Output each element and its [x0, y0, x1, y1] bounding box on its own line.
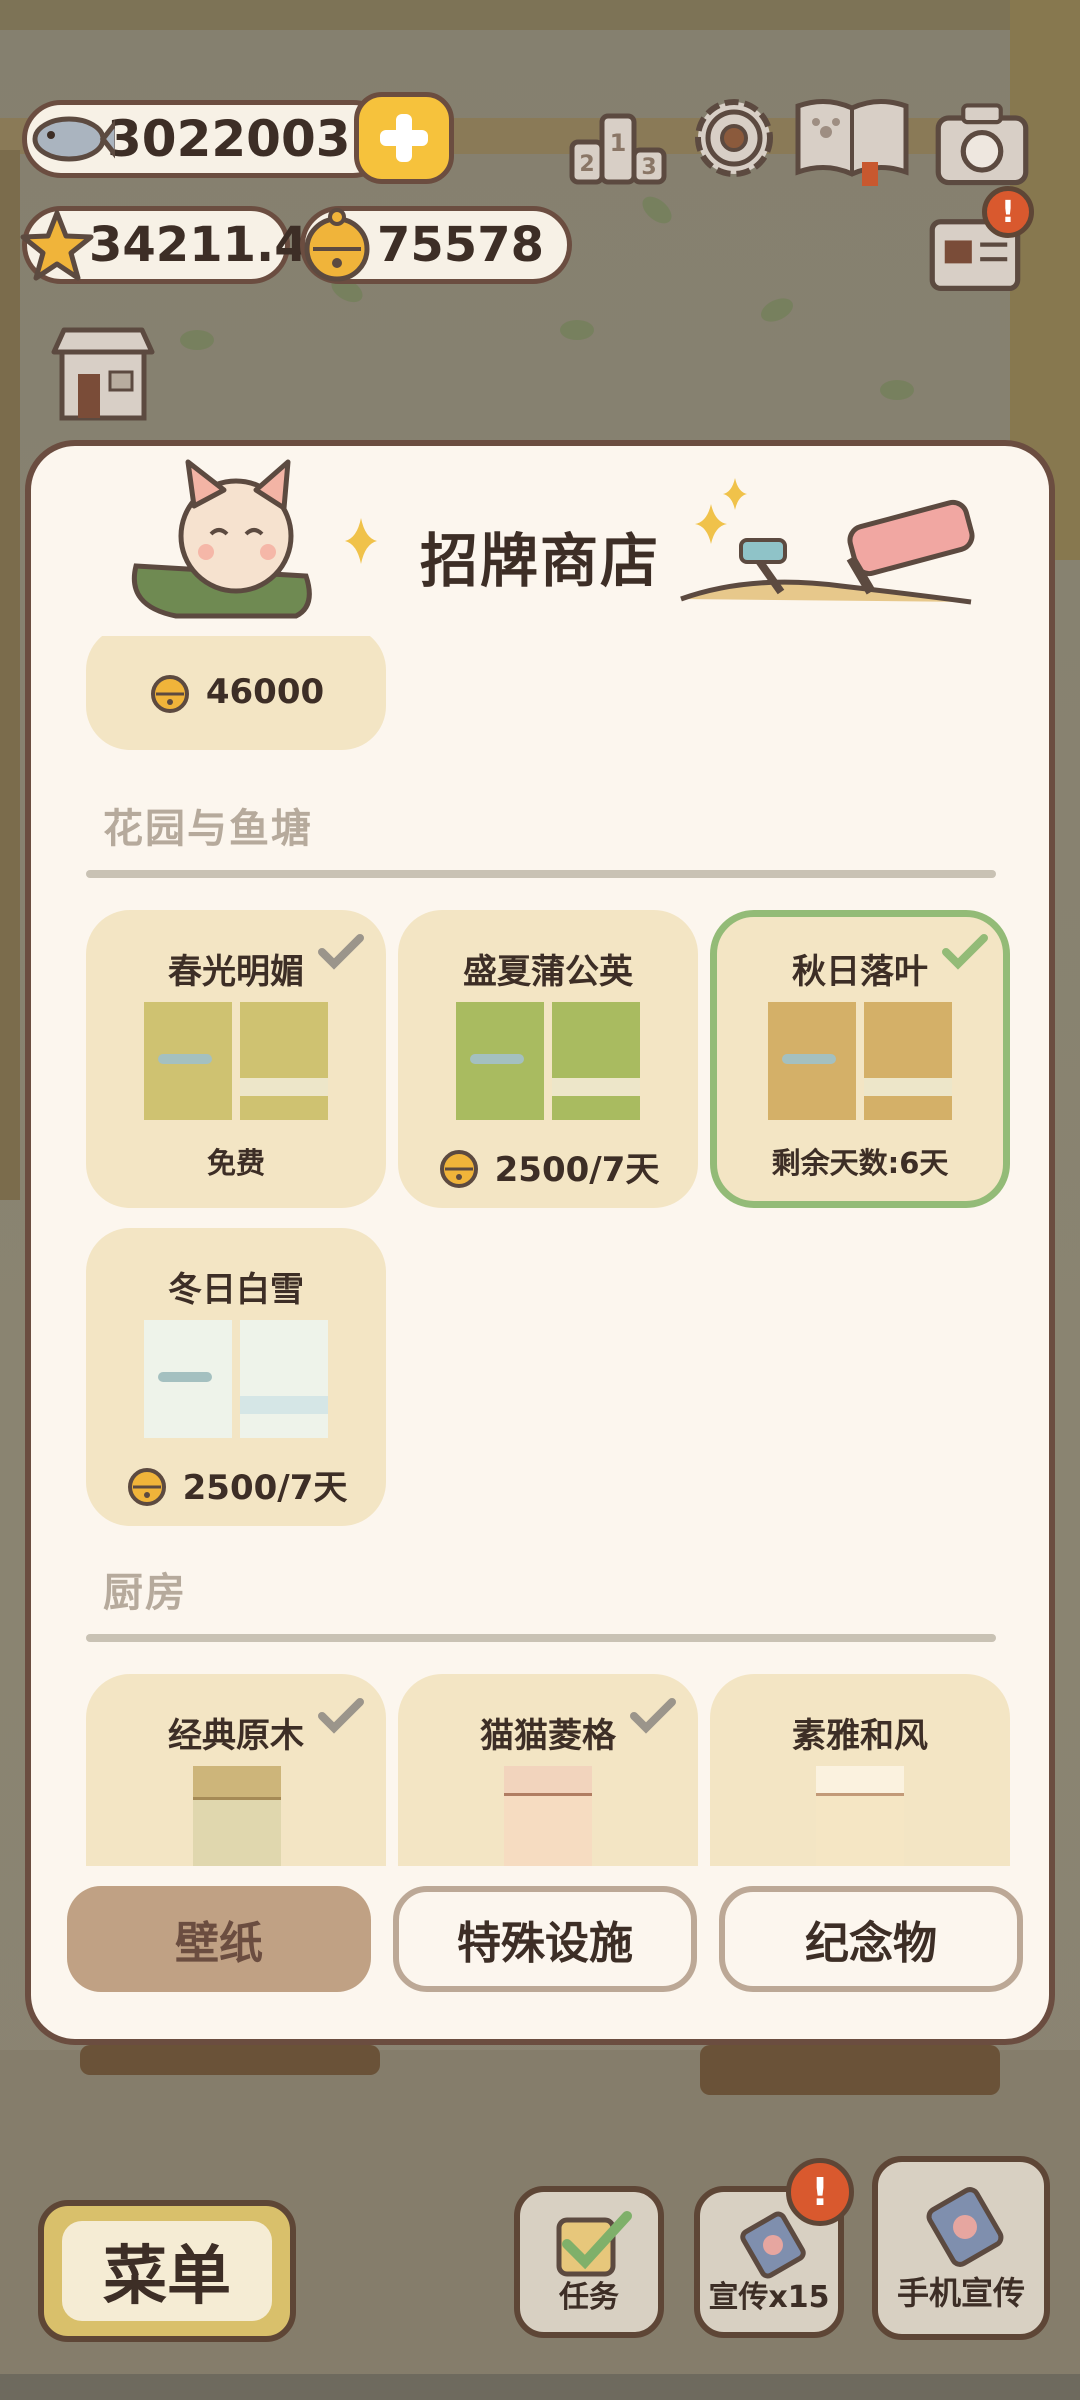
phone-promote-label: 手机宣传	[896, 2274, 1025, 2312]
item-name: 素雅和风	[792, 1716, 928, 1756]
signboard-shop-panel: 招牌商店 46000 花园与鱼塘 春光明媚 免费 盛夏蒲公英 2500/7天 秋…	[25, 440, 1055, 2045]
plus-icon	[380, 114, 428, 162]
wallpaper-card-classic-wood[interactable]: 经典原木	[86, 1674, 386, 1866]
menu-label: 菜单	[62, 2221, 272, 2321]
paint-roller-icon	[680, 478, 975, 605]
shop-item-list[interactable]: 46000 花园与鱼塘 春光明媚 免费 盛夏蒲公英 2500/7天 秋日落叶 剩…	[31, 636, 1049, 1866]
section-divider	[86, 870, 996, 878]
remaining-days: 剩余天数:6天	[771, 1146, 949, 1180]
owned-check-icon	[318, 934, 364, 970]
mail-alert-badge: !	[982, 186, 1034, 238]
shop-tab-bar: 壁纸 特殊设施 纪念物	[31, 1886, 1049, 2006]
equipped-check-icon	[942, 934, 988, 970]
tab-special-facilities[interactable]: 特殊设施	[393, 1886, 697, 1992]
gear-icon[interactable]	[684, 90, 784, 186]
item-name: 盛夏蒲公英	[463, 952, 633, 992]
wallpaper-preview	[768, 1002, 952, 1120]
phone-promo-icon	[926, 2187, 1004, 2267]
wallpaper-card-summer[interactable]: 盛夏蒲公英 2500/7天	[398, 910, 698, 1208]
panel-header: 招牌商店	[31, 446, 1049, 636]
bell-counter: 75578	[300, 206, 572, 284]
promote-label: 宣传x15	[708, 2280, 830, 2315]
section-title-kitchen: 厨房	[103, 1570, 187, 1616]
item-price: 2500/7天	[494, 1150, 660, 1190]
wallpaper-card-spring[interactable]: 春光明媚 免费	[86, 910, 386, 1208]
bell-icon	[150, 675, 189, 713]
wallpaper-card-elegant-japanese[interactable]: 素雅和风	[710, 1674, 1010, 1866]
tab-wallpaper[interactable]: 壁纸	[67, 1886, 371, 1992]
wallpaper-preview	[504, 1766, 592, 1866]
fish-count: 3022003	[107, 110, 351, 168]
fish-counter: 3022003	[22, 100, 392, 178]
wallpaper-card-cat-lattice[interactable]: 猫猫菱格	[398, 1674, 698, 1866]
svg-text:1: 1	[610, 129, 627, 157]
menu-button[interactable]: 菜单	[38, 2200, 296, 2342]
tasks-button[interactable]: 任务	[514, 2186, 664, 2338]
add-fish-button[interactable]	[354, 92, 454, 184]
item-price: 46000	[205, 672, 325, 712]
section-divider	[86, 1634, 996, 1642]
star-icon	[20, 210, 94, 281]
bell-count: 75578	[377, 217, 544, 273]
task-check-icon	[556, 2211, 632, 2277]
fish-icon	[32, 116, 115, 162]
shop-icon[interactable]	[48, 322, 158, 426]
svg-text:2: 2	[579, 152, 594, 177]
wallpaper-card-winter[interactable]: 冬日白雪 2500/7天	[86, 1228, 386, 1526]
bell-icon	[127, 1467, 166, 1506]
tab-souvenirs[interactable]: 纪念物	[719, 1886, 1023, 1992]
promote-alert-badge: !	[786, 2158, 854, 2226]
owned-check-icon	[318, 1698, 364, 1734]
camera-icon[interactable]	[932, 96, 1032, 192]
wallpaper-preview	[816, 1766, 904, 1866]
star-count: 34211.4	[89, 217, 308, 273]
wallpaper-card-autumn[interactable]: 秋日落叶 剩余天数:6天	[710, 910, 1010, 1208]
wallpaper-preview	[144, 1320, 328, 1438]
bell-icon	[439, 1149, 478, 1188]
owned-check-icon	[630, 1698, 676, 1734]
wallpaper-preview	[193, 1766, 281, 1866]
svg-text:3: 3	[641, 155, 656, 180]
item-name: 冬日白雪	[168, 1270, 304, 1310]
promo-flyer-icon	[740, 2211, 806, 2279]
item-price: 免费	[206, 1146, 265, 1180]
item-price: 2500/7天	[182, 1468, 348, 1508]
wallpaper-preview	[456, 1002, 640, 1120]
phone-promote-button[interactable]: 手机宣传	[872, 2156, 1050, 2340]
guide-book-icon[interactable]	[792, 92, 912, 188]
section-title-garden: 花园与鱼塘	[103, 806, 313, 852]
wallpaper-preview	[144, 1002, 328, 1120]
star-counter: 34211.4	[20, 206, 308, 284]
tasks-label: 任务	[559, 2280, 619, 2315]
shop-card-partial[interactable]: 46000	[86, 636, 386, 750]
bell-icon	[304, 208, 370, 282]
ranking-icon[interactable]: 1 2 3	[568, 96, 668, 192]
